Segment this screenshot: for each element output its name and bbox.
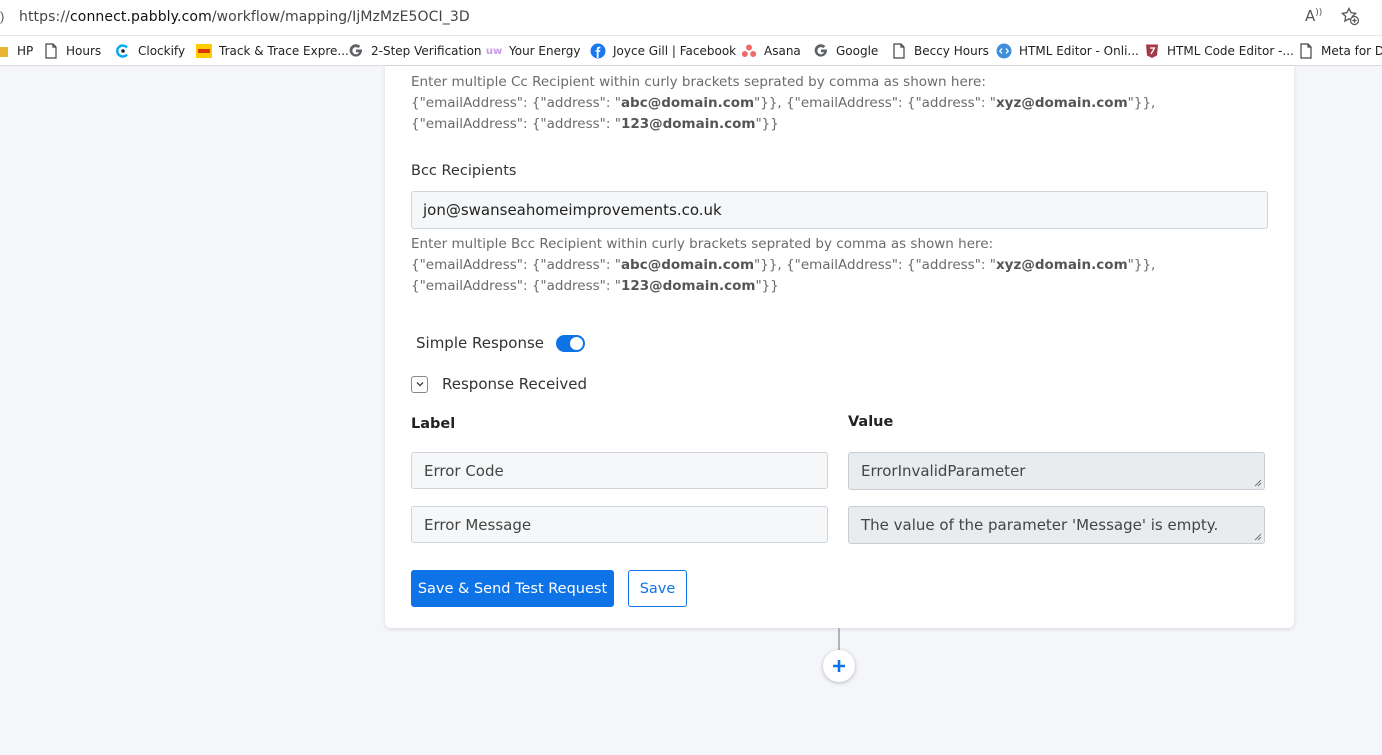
page-icon <box>43 43 59 59</box>
hint-text: Enter multiple Cc Recipient within curly… <box>411 74 986 90</box>
hint-email: 123@domain.com <box>620 116 756 132</box>
hint-email: xyz@domain.com <box>995 95 1128 111</box>
workflow-connector-line <box>838 628 840 650</box>
bookmark-label: HP <box>17 44 34 58</box>
bookmark-track-trace[interactable]: Track & Trace Expre... <box>196 41 349 61</box>
facebook-icon <box>590 43 606 59</box>
shield-icon <box>1144 43 1160 59</box>
hint-text: Enter multiple Bcc Recipient within curl… <box>411 236 994 252</box>
hint-text: "}}, {"emailAddress": {"address": " <box>754 257 996 273</box>
bookmark-label: Google <box>836 44 879 58</box>
response-value-field[interactable]: ErrorInvalidParameter <box>848 452 1265 490</box>
bookmark-label: Beccy Hours <box>914 44 989 58</box>
response-received-row[interactable]: Response Received <box>411 375 587 393</box>
bookmark-2-step[interactable]: 2-Step Verification <box>348 41 482 61</box>
bookmark-html-code-editor[interactable]: HTML Code Editor -... <box>1144 41 1294 61</box>
bcc-recipients-hint: Enter multiple Bcc Recipient within curl… <box>411 234 1155 297</box>
hint-email: 123@domain.com <box>620 278 756 294</box>
folder-icon <box>0 43 10 59</box>
value-column-header: Value <box>848 414 894 430</box>
add-step-button[interactable] <box>823 650 855 682</box>
clockify-icon <box>115 43 131 59</box>
bookmark-label: Track & Trace Expre... <box>219 44 349 58</box>
simple-response-row: Simple Response <box>416 334 586 352</box>
resize-grip-icon[interactable] <box>1254 479 1262 487</box>
bookmark-label: 2-Step Verification <box>371 44 482 58</box>
url-path: /workflow/mapping/IjMzMzE5OCI_3D <box>211 9 470 25</box>
bcc-recipients-label: Bcc Recipients <box>411 163 517 179</box>
bookmark-google[interactable]: Google <box>813 41 878 61</box>
hint-text: "}} <box>755 116 779 132</box>
chevron-down-icon[interactable] <box>411 375 428 393</box>
bookmark-hp[interactable]: HP <box>0 41 33 61</box>
bookmark-label: Joyce Gill | Facebook <box>613 44 737 58</box>
utility-warehouse-icon: uw <box>485 45 503 57</box>
action-config-card: Enter multiple Cc Recipient within curly… <box>385 66 1294 628</box>
bookmark-asana[interactable]: Asana <box>741 41 801 61</box>
bookmark-clockify[interactable]: Clockify <box>115 41 185 61</box>
response-label-field[interactable]: Error Code <box>411 452 828 489</box>
hint-text: {"emailAddress": {"address": " <box>411 95 621 111</box>
address-bar-edge: ) <box>0 9 5 24</box>
hint-text: {"emailAddress": {"address": " <box>411 116 621 132</box>
save-button[interactable]: Save <box>628 570 687 607</box>
hint-text: {"emailAddress": {"address": " <box>411 278 621 294</box>
bookmark-label: Your Energy <box>509 44 581 58</box>
bookmark-hours[interactable]: Hours <box>43 41 101 61</box>
bookmarks-bar: HP Hours Clockify Track & Trace Expre...… <box>0 36 1382 66</box>
cc-recipients-hint: Enter multiple Cc Recipient within curly… <box>411 72 1155 135</box>
url-host: connect.pabbly.com <box>69 9 212 25</box>
bookmark-label: Asana <box>764 44 801 58</box>
hint-text: "}}, <box>1127 95 1156 111</box>
hint-email: abc@domain.com <box>620 95 755 111</box>
bookmark-label: Meta for De <box>1321 44 1382 58</box>
bookmark-your-energy[interactable]: uw Your Energy <box>485 41 581 61</box>
read-aloud-icon[interactable]: A)) <box>1305 7 1322 25</box>
response-label-field[interactable]: Error Message <box>411 506 828 543</box>
bookmark-label: HTML Code Editor -... <box>1167 44 1294 58</box>
url-field[interactable]: https://connect.pabbly.com/workflow/mapp… <box>19 9 470 25</box>
response-value-text: The value of the parameter 'Message' is … <box>861 516 1219 534</box>
hint-text: "}}, <box>1127 257 1156 273</box>
simple-response-toggle[interactable] <box>556 334 586 352</box>
page-icon <box>891 43 907 59</box>
bookmark-beccy-hours[interactable]: Beccy Hours <box>891 41 989 61</box>
bookmark-meta[interactable]: Meta for De <box>1298 41 1382 61</box>
resize-grip-icon[interactable] <box>1254 533 1262 541</box>
bookmark-facebook[interactable]: Joyce Gill | Facebook <box>590 41 736 61</box>
bookmark-html-editor[interactable]: HTML Editor - Onli... <box>996 41 1139 61</box>
google-icon <box>813 43 829 59</box>
plus-icon <box>833 660 845 672</box>
url-prefix: https:// <box>19 9 70 25</box>
hint-text: "}} <box>755 278 779 294</box>
save-send-test-request-button[interactable]: Save & Send Test Request <box>411 570 614 607</box>
bookmark-label: Hours <box>66 44 102 58</box>
label-column-header: Label <box>411 416 456 432</box>
hint-email: xyz@domain.com <box>995 257 1128 273</box>
bookmark-label: HTML Editor - Onli... <box>1019 44 1139 58</box>
dhl-icon <box>196 43 212 59</box>
hint-text: {"emailAddress": {"address": " <box>411 257 621 273</box>
bookmark-label: Clockify <box>138 44 186 58</box>
hint-email: abc@domain.com <box>620 257 755 273</box>
browser-address-bar: ) https://connect.pabbly.com/workflow/ma… <box>0 0 1382 36</box>
bcc-recipients-input[interactable]: jon@swanseahomeimprovements.co.uk <box>411 191 1268 229</box>
toggle-knob <box>570 336 584 350</box>
simple-response-label: Simple Response <box>416 334 545 352</box>
asana-icon <box>741 43 757 59</box>
response-value-text: ErrorInvalidParameter <box>861 462 1026 480</box>
html-editor-icon <box>996 43 1012 59</box>
page-icon <box>1298 43 1314 59</box>
hint-text: "}}, {"emailAddress": {"address": " <box>754 95 996 111</box>
response-value-field[interactable]: The value of the parameter 'Message' is … <box>848 506 1265 544</box>
response-received-label: Response Received <box>442 375 588 393</box>
add-favorite-icon[interactable] <box>1340 6 1360 26</box>
google-icon <box>348 43 364 59</box>
